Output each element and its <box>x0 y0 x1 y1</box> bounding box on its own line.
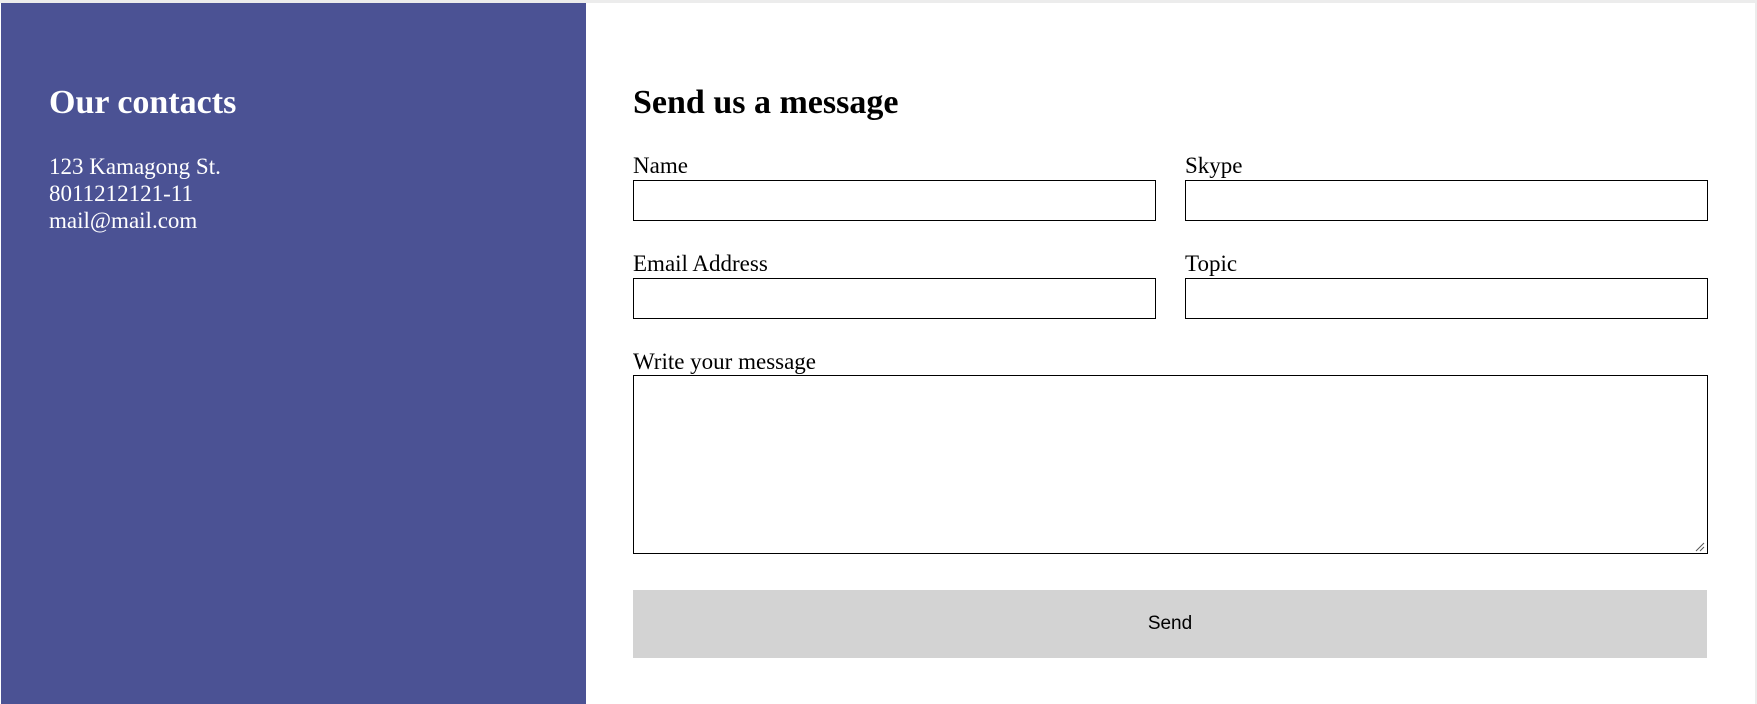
resize-handle-icon[interactable] <box>1693 540 1705 552</box>
message-textarea[interactable] <box>633 375 1708 554</box>
message-form-panel: Send us a message Name Skype Email Addre… <box>586 3 1755 704</box>
contact-address: 123 Kamagong St. <box>49 154 221 179</box>
contact-email: mail@mail.com <box>49 208 198 233</box>
skype-input[interactable] <box>1185 180 1708 221</box>
skype-label: Skype <box>1185 153 1243 178</box>
contact-page: Our contacts 123 Kamagong St. 8011212121… <box>0 0 1757 704</box>
name-label: Name <box>633 153 688 178</box>
contact-phone: 8011212121-11 <box>49 181 193 206</box>
name-input[interactable] <box>633 180 1156 221</box>
message-label: Write your message <box>633 349 817 374</box>
email-input[interactable] <box>633 278 1156 319</box>
form-title: Send us a message <box>633 84 899 121</box>
topic-label: Topic <box>1185 251 1238 276</box>
email-label: Email Address <box>633 251 768 276</box>
send-button[interactable]: Send <box>633 590 1707 658</box>
contacts-title: Our contacts <box>49 84 237 121</box>
contacts-panel: Our contacts 123 Kamagong St. 8011212121… <box>1 3 586 704</box>
topic-input[interactable] <box>1185 278 1708 319</box>
